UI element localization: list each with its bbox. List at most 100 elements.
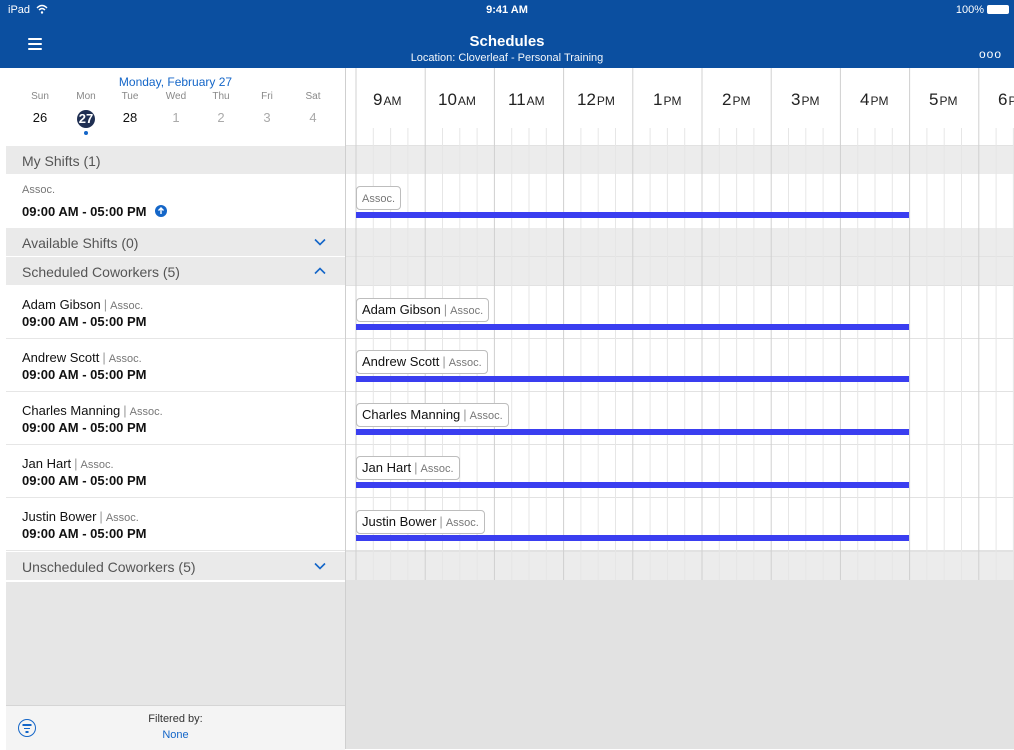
day-name: Mon: [76, 91, 96, 102]
shift-time: 09:00 AM - 05:00 PM: [22, 204, 147, 219]
chevron-up-icon[interactable]: [313, 264, 327, 278]
coworker-shift-chip[interactable]: Jan Hart | Assoc.: [356, 456, 460, 480]
day-number: 2: [217, 110, 225, 125]
more-options-icon[interactable]: ooo: [979, 47, 1002, 61]
coworker-name-line: Adam Gibson | Assoc.: [22, 297, 144, 312]
battery-icon: [987, 5, 1009, 14]
hour-label: 10AM: [438, 90, 476, 109]
coworker-row[interactable]: Justin Bower | Assoc. 09:00 AM - 05:00 PM: [6, 498, 345, 551]
hour-label: 11AM: [508, 90, 545, 109]
day-sun[interactable]: Sun 26: [20, 91, 60, 125]
day-number: 3: [263, 110, 271, 125]
my-shift-chip[interactable]: Assoc.: [356, 186, 402, 210]
my-shifts-header: My Shifts (1): [6, 146, 345, 174]
coworker-name: Justin Bower: [22, 509, 97, 524]
day-number: 1: [172, 110, 180, 125]
day-wed[interactable]: Wed 1: [156, 91, 196, 125]
day-number: 26: [32, 110, 48, 125]
today-indicator-dot: [84, 131, 88, 135]
day-number: 4: [309, 110, 317, 125]
filter-label: Filtered by:: [148, 713, 203, 725]
coworker-name: Jan Hart: [22, 456, 72, 471]
filter-bar[interactable]: Filtered by: None: [6, 705, 345, 750]
my-shift-bar[interactable]: [356, 212, 909, 218]
hour-label: 3PM: [791, 90, 820, 109]
day-name: Thu: [212, 91, 230, 102]
coworker-name: Andrew Scott: [22, 350, 100, 365]
coworker-role: Assoc.: [129, 406, 163, 418]
section-title: Available Shifts (0): [22, 235, 139, 251]
shift-role: Assoc.: [22, 184, 56, 196]
coworker-name-line: Jan Hart | Assoc.: [22, 456, 114, 471]
hour-label: 2PM: [722, 90, 751, 109]
day-mon[interactable]: Mon 27: [66, 91, 106, 128]
coworker-shift-bar[interactable]: [356, 324, 909, 330]
day-fri[interactable]: Fri 3: [247, 91, 287, 125]
week-picker: Monday, February 27 Sun 26 Mon 27 Tue 28…: [6, 68, 345, 145]
coworker-shift-chip[interactable]: Andrew Scott | Assoc.: [356, 350, 488, 374]
hour-label: 12PM: [577, 90, 615, 109]
coworker-shift-time: 09:00 AM - 05:00 PM: [22, 526, 147, 541]
coworker-row[interactable]: Andrew Scott | Assoc. 09:00 AM - 05:00 PM: [6, 339, 345, 392]
page-title: Schedules: [469, 33, 545, 50]
hour-label: 5PM: [929, 90, 958, 109]
hour-label: 9AM: [373, 90, 402, 109]
coworker-name: Adam Gibson: [22, 297, 101, 312]
chevron-down-icon[interactable]: [313, 235, 327, 249]
coworker-role: Assoc.: [108, 353, 142, 365]
coworker-shift-time: 09:00 AM - 05:00 PM: [22, 367, 147, 382]
coworker-shift-time: 09:00 AM - 05:00 PM: [22, 314, 147, 329]
coworker-row[interactable]: Jan Hart | Assoc. 09:00 AM - 05:00 PM: [6, 445, 345, 498]
day-tue[interactable]: Tue 28: [110, 91, 150, 125]
hour-label: 4PM: [860, 90, 889, 109]
coworker-shift-time: 09:00 AM - 05:00 PM: [22, 473, 147, 488]
filter-value[interactable]: None: [6, 729, 345, 741]
day-number-today: 27: [77, 110, 95, 128]
section-title: My Shifts (1): [22, 153, 101, 169]
coworker-role: Assoc.: [110, 300, 144, 312]
coworker-name-line: Andrew Scott | Assoc.: [22, 350, 142, 365]
scheduled-coworkers-header[interactable]: Scheduled Coworkers (5): [6, 257, 345, 285]
nav-bar: Schedules Location: Cloverleaf - Persona…: [0, 20, 1014, 68]
shift-time-line: 09:00 AM - 05:00 PM: [22, 204, 168, 219]
hour-label: 6PM: [998, 90, 1014, 109]
timeline-pane: 9AM 10AM 11AM 12PM 1PM 2PM 3PM 4PM 5PM 6…: [346, 68, 1014, 749]
section-title: Scheduled Coworkers (5): [22, 264, 180, 280]
coworker-role: Assoc.: [105, 512, 139, 524]
coworker-shift-time: 09:00 AM - 05:00 PM: [22, 420, 147, 435]
section-title: Unscheduled Coworkers (5): [22, 559, 196, 575]
coworker-row[interactable]: Adam Gibson | Assoc. 09:00 AM - 05:00 PM: [6, 286, 345, 339]
day-name: Sat: [305, 91, 321, 102]
selected-date: Monday, February 27: [118, 75, 233, 89]
coworker-shift-bar[interactable]: [356, 535, 909, 541]
coworker-shift-chip[interactable]: Justin Bower | Assoc.: [356, 510, 485, 534]
day-name: Fri: [261, 91, 273, 102]
hour-label: 1PM: [653, 90, 682, 109]
available-shifts-header[interactable]: Available Shifts (0): [6, 228, 345, 256]
unscheduled-coworkers-header[interactable]: Unscheduled Coworkers (5): [6, 552, 345, 580]
coworker-row[interactable]: Charles Manning | Assoc. 09:00 AM - 05:00 …: [6, 392, 345, 445]
coworker-shift-bar[interactable]: [356, 376, 909, 382]
day-name: Wed: [165, 91, 187, 102]
day-name: Tue: [121, 91, 139, 102]
coworker-shift-bar[interactable]: [356, 482, 909, 488]
status-bar: iPad 9:41 AM 100%: [0, 0, 1014, 20]
my-shift-row[interactable]: Assoc. 09:00 AM - 05:00 PM: [6, 174, 345, 229]
arrow-up-circle-icon[interactable]: [155, 205, 168, 217]
coworker-name: Charles Manning: [22, 403, 121, 418]
chevron-down-icon[interactable]: [313, 559, 327, 573]
battery-percent: 100%: [955, 4, 984, 16]
coworker-role: Assoc.: [80, 459, 114, 471]
day-sat[interactable]: Sat 4: [293, 91, 333, 125]
coworker-shift-chip[interactable]: Charles Manning | Assoc.: [356, 403, 509, 427]
left-pane-empty-area: [6, 582, 345, 705]
coworker-shift-chip[interactable]: Adam Gibson | Assoc.: [356, 298, 490, 322]
coworker-shift-bar[interactable]: [356, 429, 909, 435]
clock: 9:41 AM: [486, 4, 528, 16]
day-number: 28: [122, 110, 138, 125]
day-thu[interactable]: Thu 2: [201, 91, 241, 125]
day-name: Sun: [31, 91, 49, 102]
coworker-name-line: Justin Bower | Assoc.: [22, 509, 139, 524]
location-subtitle: Location: Cloverleaf - Personal Training: [410, 52, 604, 64]
coworker-name-line: Charles Manning | Assoc.: [22, 403, 163, 418]
